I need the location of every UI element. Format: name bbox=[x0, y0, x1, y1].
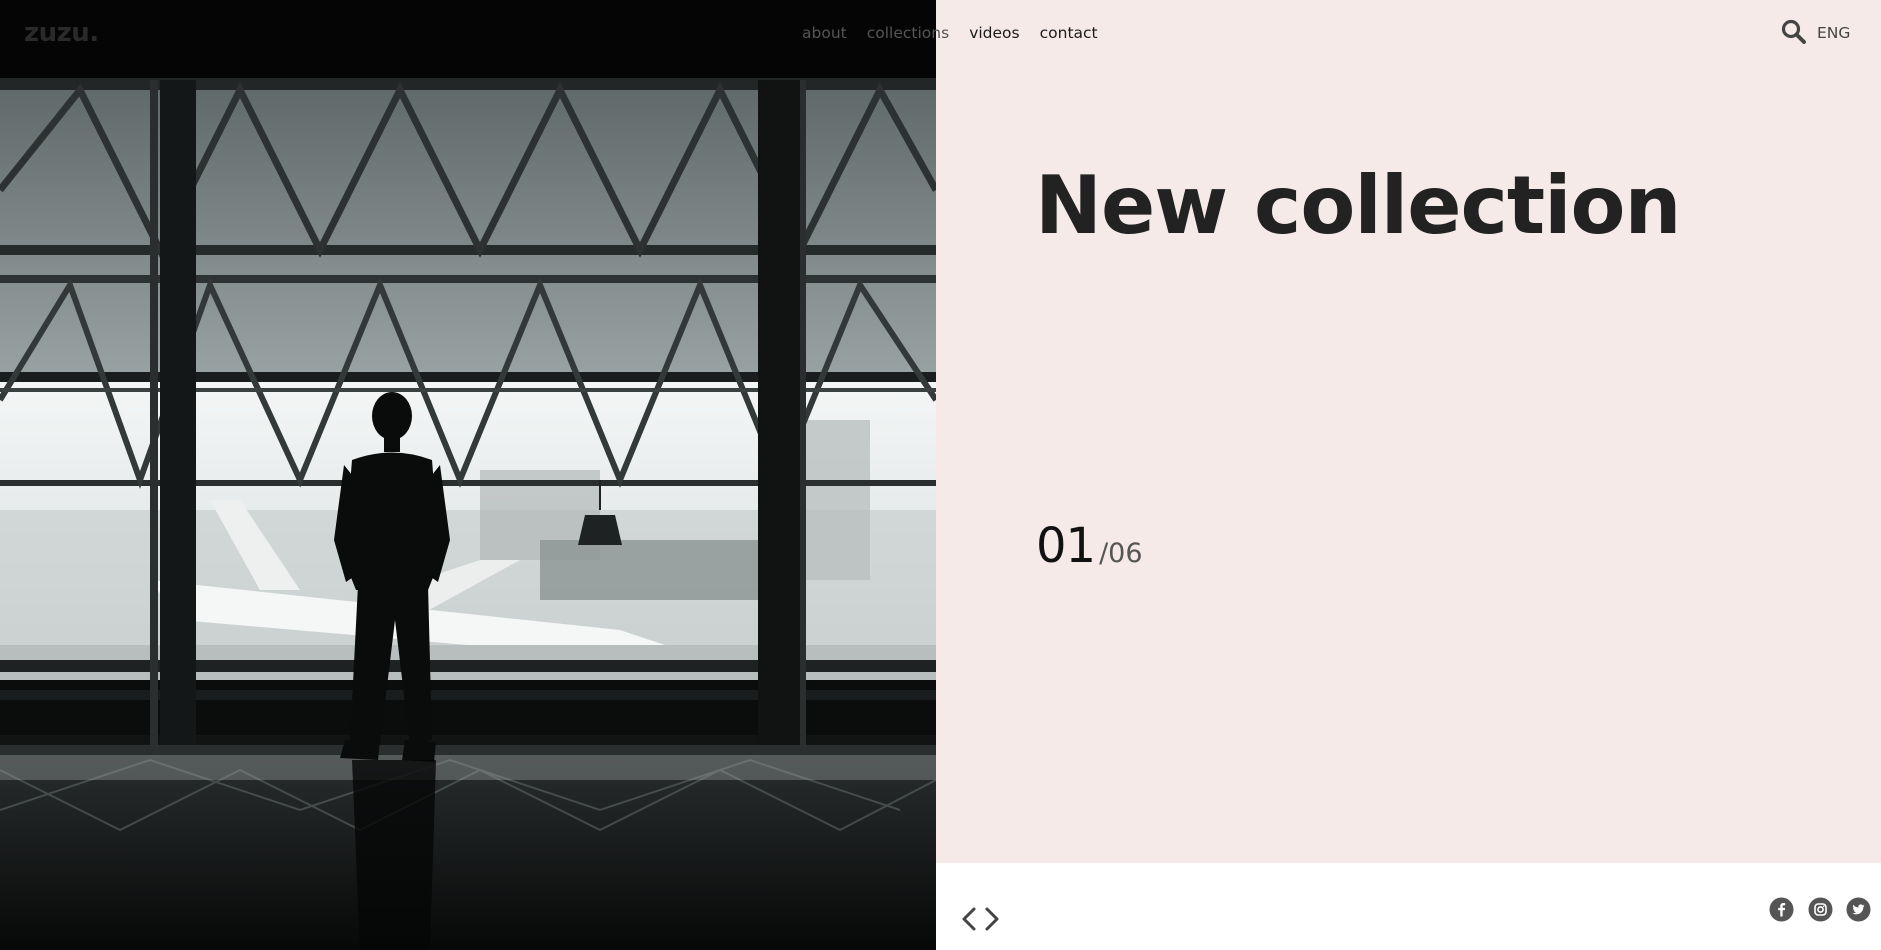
slide-current-number: 01 bbox=[1036, 518, 1096, 574]
instagram-icon[interactable] bbox=[1808, 897, 1833, 922]
page: zuzu. about collections videos contact E… bbox=[0, 0, 1881, 950]
language-selector[interactable]: ENG bbox=[1817, 24, 1850, 42]
chevron-left-icon[interactable] bbox=[960, 906, 978, 932]
facebook-icon[interactable] bbox=[1769, 897, 1794, 922]
search-icon[interactable] bbox=[1780, 18, 1808, 46]
main-nav: about collections videos contact bbox=[802, 24, 1098, 42]
footer-bar bbox=[936, 863, 1881, 950]
chevron-right-icon[interactable] bbox=[983, 906, 1001, 932]
slide-counter: 01/06 bbox=[1036, 518, 1143, 574]
twitter-icon[interactable] bbox=[1846, 897, 1871, 922]
slide-total-number: /06 bbox=[1099, 538, 1143, 569]
nav-link-videos[interactable]: videos bbox=[969, 24, 1019, 42]
hero-content-panel bbox=[936, 0, 1881, 863]
hero-photo-illustration bbox=[0, 0, 936, 950]
nav-link-about[interactable]: about bbox=[802, 24, 847, 42]
hero-title: New collection bbox=[1035, 159, 1681, 252]
nav-link-collections[interactable]: collections bbox=[867, 24, 949, 42]
site-logo[interactable]: zuzu. bbox=[24, 18, 99, 48]
hero-photo bbox=[0, 0, 936, 950]
nav-link-contact[interactable]: contact bbox=[1040, 24, 1098, 42]
